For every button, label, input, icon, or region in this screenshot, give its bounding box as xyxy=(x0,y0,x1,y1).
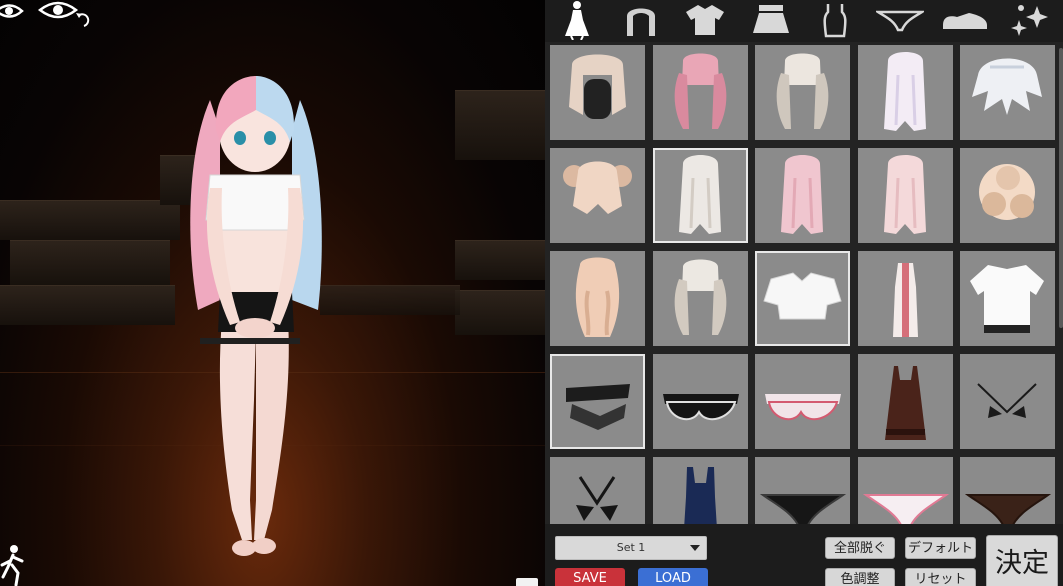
scrollbar[interactable] xyxy=(1059,48,1063,328)
full-outfit-icon[interactable] xyxy=(549,0,605,40)
item-tile-hair[interactable] xyxy=(550,251,645,346)
item-tile-hair[interactable] xyxy=(550,148,645,243)
item-tile-halter-dress[interactable] xyxy=(857,251,953,346)
reset-button[interactable]: リセット xyxy=(905,568,976,586)
item-tile-hair[interactable] xyxy=(755,45,850,140)
panties-thumbnail xyxy=(964,494,1052,524)
bikini-top-thumbnail xyxy=(576,476,618,521)
wardrobe-panel: Set 1 SAVE LOAD 全部脱ぐ デフォルト 色調整 リセット 決定 xyxy=(545,0,1063,586)
background-stair xyxy=(320,285,460,315)
hair-thumbnail xyxy=(575,257,620,337)
hair-thumbnail xyxy=(776,53,829,129)
hair-thumbnail xyxy=(563,161,632,214)
item-tile-swimsuit[interactable] xyxy=(652,457,748,524)
crop-shirt-thumbnail xyxy=(763,272,842,320)
hair-icon[interactable] xyxy=(613,0,669,40)
hair-thumbnail xyxy=(979,164,1035,220)
underwear-icon[interactable] xyxy=(872,0,928,40)
item-tile-hair[interactable] xyxy=(857,45,953,140)
panties-thumbnail xyxy=(759,494,847,524)
item-tile-hair[interactable] xyxy=(550,45,645,140)
item-tile-bikini-top[interactable] xyxy=(550,457,645,524)
slip-dress-thumbnail xyxy=(884,366,926,440)
item-tile-crop-shirt[interactable] xyxy=(755,251,850,346)
item-tile-garter[interactable] xyxy=(550,354,645,449)
eye-icon[interactable] xyxy=(0,0,24,22)
background-stair xyxy=(455,90,545,160)
category-bar xyxy=(545,0,1063,42)
background-stair xyxy=(455,290,545,335)
item-grid xyxy=(550,45,1055,524)
hair-thumbnail xyxy=(883,155,926,234)
hair-thumbnail xyxy=(674,259,726,335)
color-adjust-button[interactable]: 色調整 xyxy=(825,568,895,586)
item-tile-hair[interactable] xyxy=(652,148,748,243)
item-tile-hair[interactable] xyxy=(755,148,850,243)
character-viewport[interactable] xyxy=(0,0,545,586)
top-shirt-icon[interactable] xyxy=(677,0,733,40)
item-grid-scroll[interactable] xyxy=(545,42,1063,524)
halter-dress-thumbnail xyxy=(892,263,918,337)
hair-thumbnail xyxy=(781,155,823,234)
shoes-icon[interactable] xyxy=(937,0,993,40)
camisole-icon[interactable] xyxy=(807,0,863,40)
hair-thumbnail xyxy=(569,54,626,119)
hair-thumbnail xyxy=(972,58,1042,115)
background-stair xyxy=(10,240,170,285)
undress-all-button[interactable]: 全部脱ぐ xyxy=(825,537,895,559)
set-select[interactable]: Set 1 xyxy=(555,536,707,560)
set-select-label: Set 1 xyxy=(616,541,646,554)
default-button[interactable]: デフォルト xyxy=(905,537,976,559)
swimsuit-thumbnail xyxy=(683,467,717,524)
panties-thumbnail xyxy=(862,494,949,524)
save-button[interactable]: SAVE xyxy=(555,568,625,586)
item-tile-hair[interactable] xyxy=(652,251,748,346)
viewport-handle[interactable] xyxy=(516,578,538,586)
character-model[interactable] xyxy=(180,70,330,570)
garter-thumbnail xyxy=(566,384,630,430)
walk-icon[interactable] xyxy=(0,543,26,586)
tshirt-thumbnail xyxy=(970,265,1044,333)
skirt-icon[interactable] xyxy=(743,0,799,40)
item-tile-slip-dress[interactable] xyxy=(857,354,953,449)
item-tile-hair[interactable] xyxy=(960,148,1055,243)
item-tile-hair[interactable] xyxy=(652,45,748,140)
load-button[interactable]: LOAD xyxy=(638,568,708,586)
chevron-down-icon xyxy=(690,545,700,551)
footer-bar: Set 1 SAVE LOAD 全部脱ぐ デフォルト 色調整 リセット 決定 xyxy=(545,524,1063,586)
item-tile-hair[interactable] xyxy=(960,45,1055,140)
item-tile-panties[interactable] xyxy=(755,457,850,524)
background-stair xyxy=(455,240,545,280)
item-tile-micro-bra[interactable] xyxy=(960,354,1055,449)
hair-thumbnail xyxy=(674,53,726,129)
item-tile-bra[interactable] xyxy=(652,354,748,449)
hair-thumbnail xyxy=(678,155,721,234)
item-tile-hair[interactable] xyxy=(857,148,953,243)
item-tile-bra[interactable] xyxy=(755,354,850,449)
background-stair xyxy=(0,200,180,240)
hair-thumbnail xyxy=(883,52,926,131)
accessories-sparkle-icon[interactable] xyxy=(1001,0,1057,40)
background-stair xyxy=(0,285,175,325)
item-tile-tshirt[interactable] xyxy=(960,251,1055,346)
item-tile-panties[interactable] xyxy=(960,457,1055,524)
decide-button[interactable]: 決定 xyxy=(986,535,1058,586)
bra-thumbnail xyxy=(662,394,739,421)
item-tile-panties[interactable] xyxy=(857,457,953,524)
bra-thumbnail xyxy=(765,394,841,421)
micro-bra-thumbnail xyxy=(977,383,1037,418)
eye-rotate-icon[interactable] xyxy=(38,0,92,28)
